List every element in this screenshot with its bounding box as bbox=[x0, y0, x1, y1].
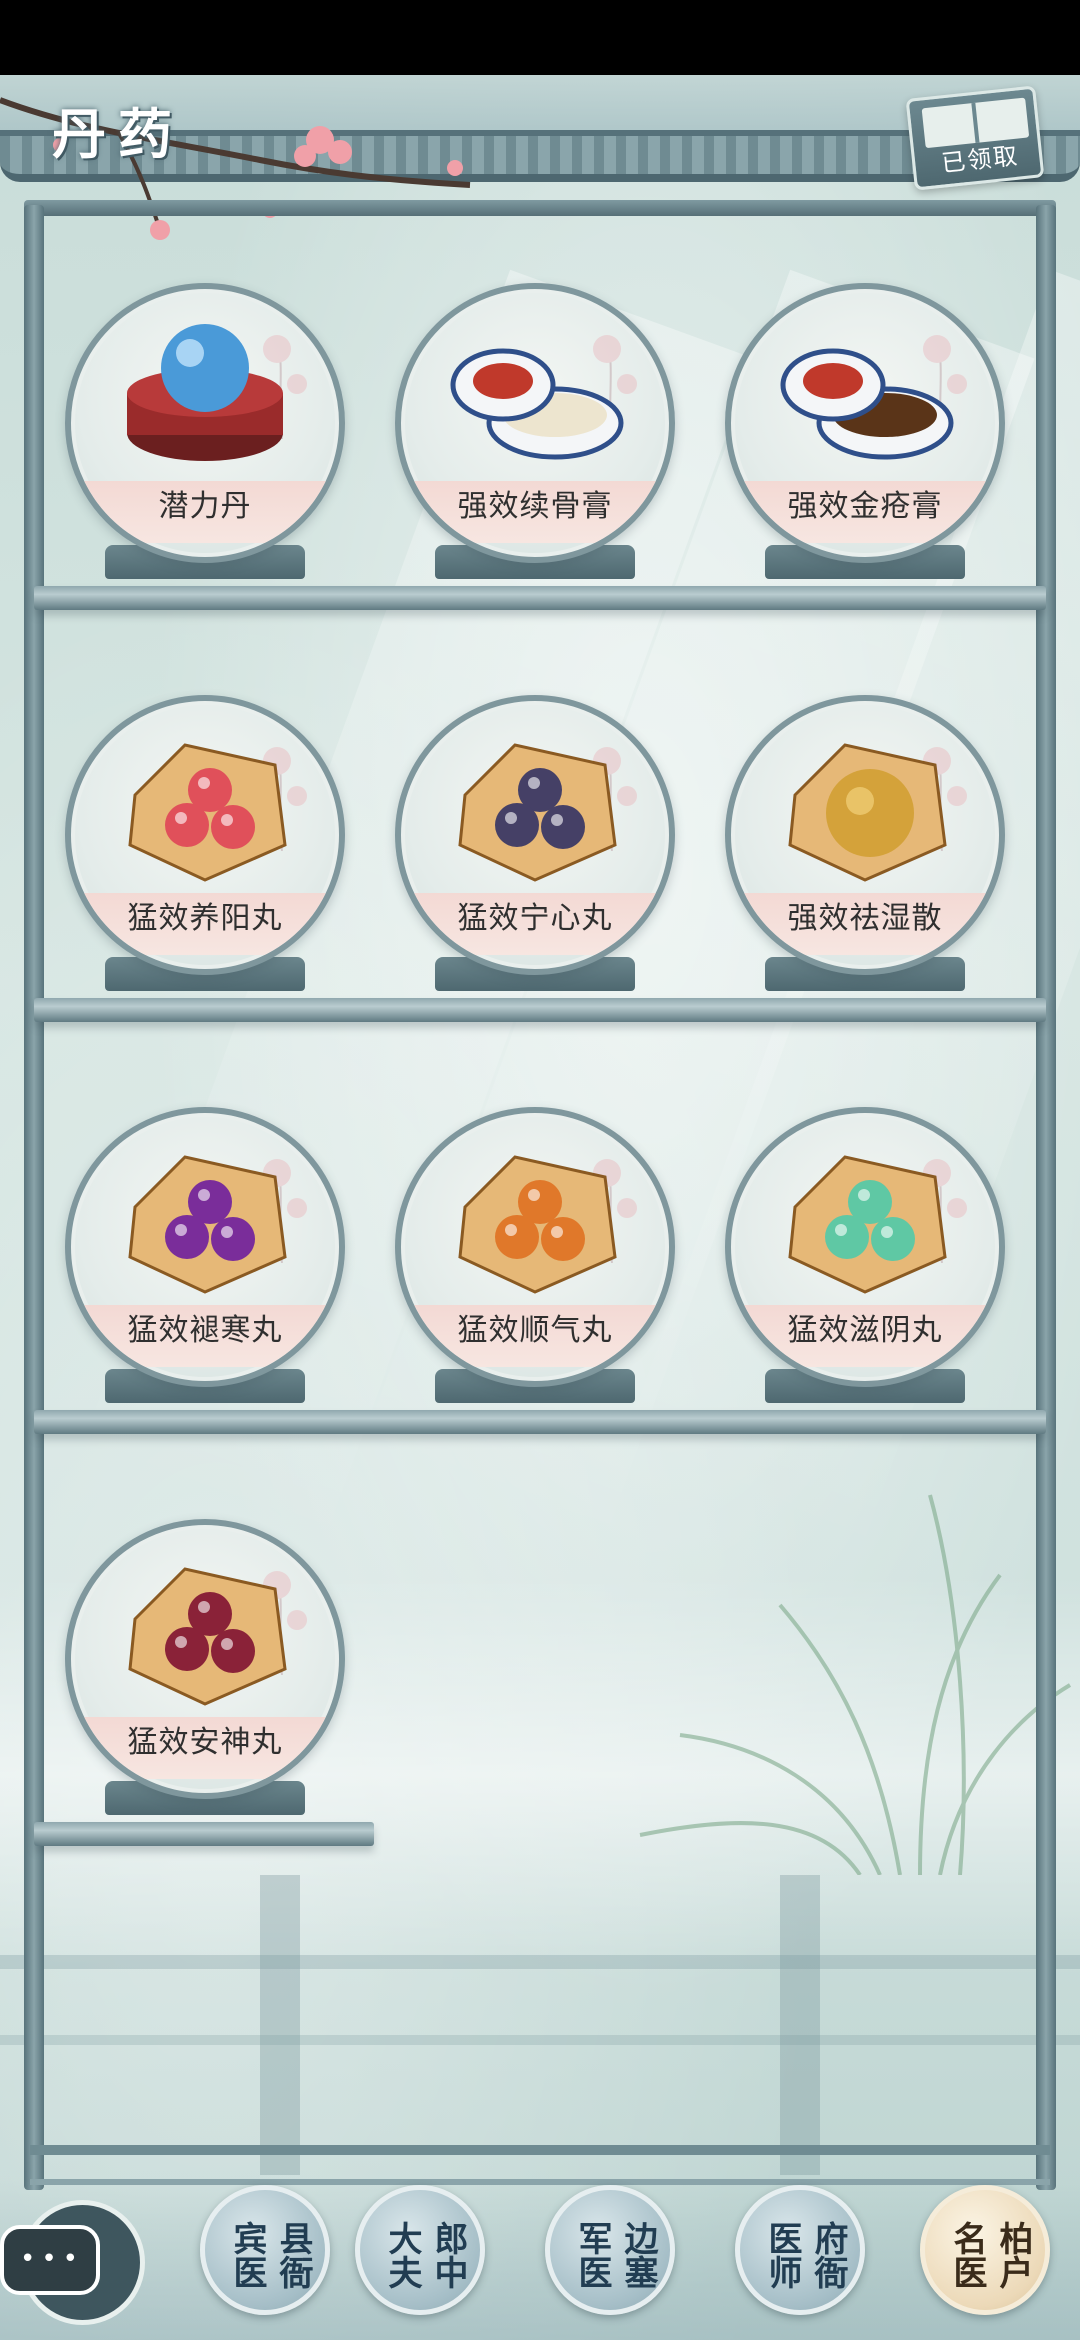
ointment-jar-icon bbox=[450, 348, 624, 460]
nav-button[interactable]: 边塞军医 bbox=[545, 2185, 675, 2315]
medicine-item[interactable]: 猛效宁心丸 bbox=[390, 695, 680, 995]
shelf-post-right bbox=[1036, 205, 1056, 2190]
item-label: 强效金疮膏 bbox=[787, 489, 943, 524]
item-label: 强效续骨膏 bbox=[457, 489, 613, 524]
nav-button-label: 县衙宾医 bbox=[227, 2221, 313, 2289]
page-title: 丹药 bbox=[52, 102, 184, 166]
medicine-item[interactable]: 强效金疮膏 bbox=[720, 283, 1010, 583]
chat-button[interactable]: ••• bbox=[0, 2195, 150, 2325]
shelf-board-4 bbox=[34, 1822, 374, 1846]
pill-packet-icon bbox=[788, 1155, 947, 1294]
nav-button[interactable]: 县衙宾医 bbox=[200, 2185, 330, 2315]
pill-packet-icon bbox=[458, 1155, 617, 1294]
pill-packet-icon bbox=[128, 1155, 287, 1294]
medicine-item[interactable]: 强效续骨膏 bbox=[390, 283, 680, 583]
item-label: 猛效滋阴丸 bbox=[787, 1313, 943, 1348]
pearl-box-icon bbox=[127, 324, 283, 461]
nav-button-label: 柏户名医 bbox=[947, 2221, 1033, 2289]
item-label: 潜力丹 bbox=[158, 489, 252, 524]
shelf-board-2 bbox=[34, 998, 1046, 1022]
item-label: 猛效安神丸 bbox=[127, 1725, 283, 1760]
ointment-jar-icon bbox=[780, 348, 954, 460]
medicine-item[interactable]: 猛效安神丸 bbox=[60, 1519, 350, 1819]
medicine-item[interactable]: 强效祛湿散 bbox=[720, 695, 1010, 995]
item-label: 强效祛湿散 bbox=[787, 901, 943, 936]
medicine-item[interactable]: 猛效滋阴丸 bbox=[720, 1107, 1010, 1407]
nav-button[interactable]: 府衙医师 bbox=[735, 2185, 865, 2315]
shelf-board-3 bbox=[34, 1410, 1046, 1434]
pill-packet-icon bbox=[458, 743, 617, 882]
shelf-top-beam bbox=[24, 200, 1056, 216]
medicine-item[interactable]: 猛效褪寒丸 bbox=[60, 1107, 350, 1407]
medicine-item[interactable]: 猛效顺气丸 bbox=[390, 1107, 680, 1407]
item-label: 猛效褪寒丸 bbox=[127, 1313, 283, 1348]
item-label: 猛效顺气丸 bbox=[457, 1313, 613, 1348]
bottom-nav bbox=[0, 2180, 1080, 2340]
nav-button[interactable]: 郎中大夫 bbox=[355, 2185, 485, 2315]
nav-button-label: 郎中大夫 bbox=[382, 2221, 468, 2289]
status-bar bbox=[0, 0, 1080, 75]
pill-packet-icon bbox=[128, 1567, 287, 1706]
shelf-board-1 bbox=[34, 586, 1046, 610]
powder-packet-icon bbox=[788, 743, 947, 882]
claimed-rewards-button[interactable]: 已领取 bbox=[905, 85, 1045, 191]
nav-button[interactable]: 柏户名医 bbox=[920, 2185, 1050, 2315]
item-label: 猛效养阳丸 bbox=[127, 901, 283, 936]
nav-button-label: 府衙医师 bbox=[762, 2221, 848, 2289]
nav-button-label: 边塞军医 bbox=[572, 2221, 658, 2289]
medicine-item[interactable]: 潜力丹 bbox=[60, 283, 350, 583]
item-label: 猛效宁心丸 bbox=[457, 901, 613, 936]
grass-decoration bbox=[639, 1494, 1072, 1875]
shelf-post-left bbox=[24, 205, 44, 2190]
medicine-item[interactable]: 猛效养阳丸 bbox=[60, 695, 350, 995]
pill-packet-icon bbox=[128, 743, 287, 882]
